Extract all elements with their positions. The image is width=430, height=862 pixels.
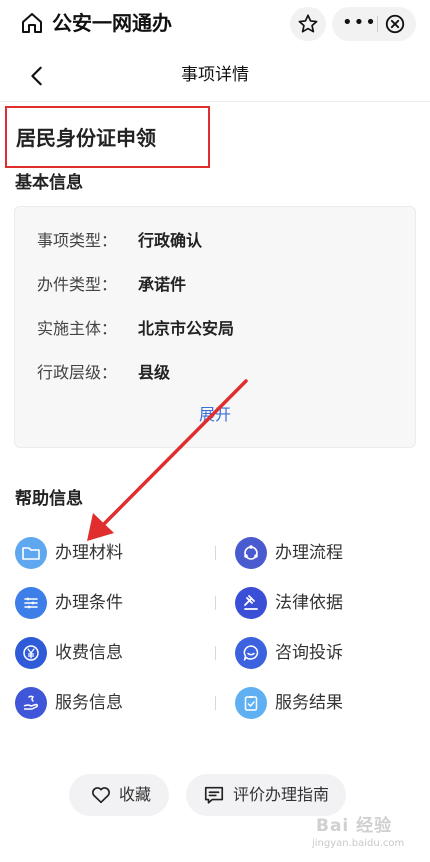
help-item-label: 办理材料 bbox=[55, 543, 123, 563]
info-row-item-type: 事项类型： 行政确认 bbox=[37, 229, 202, 253]
item-title: 居民身份证申领 bbox=[16, 126, 156, 150]
column-divider bbox=[215, 646, 216, 660]
folder-icon bbox=[15, 537, 47, 569]
help-item-label: 咨询投诉 bbox=[275, 643, 343, 663]
help-item-label: 服务结果 bbox=[275, 693, 343, 713]
review-guide-label: 评价办理指南 bbox=[233, 785, 330, 804]
info-label: 实施主体： bbox=[37, 319, 118, 338]
favorite-label: 收藏 bbox=[119, 785, 152, 804]
help-item-label: 办理条件 bbox=[55, 593, 123, 613]
info-label: 办件类型： bbox=[37, 275, 118, 294]
chat-icon bbox=[235, 637, 267, 669]
column-divider bbox=[215, 596, 216, 610]
top-bar: 公安一网通办 ••• bbox=[0, 0, 430, 46]
expand-link[interactable]: 展开 bbox=[15, 403, 415, 427]
help-item-label: 服务信息 bbox=[55, 693, 123, 713]
watermark-logo: Bai 经验 jingyan.baidu.com bbox=[312, 812, 422, 852]
yuan-icon bbox=[15, 637, 47, 669]
clipboard-check-icon bbox=[235, 687, 267, 719]
capsule-menu: ••• bbox=[332, 7, 416, 41]
close-icon[interactable] bbox=[384, 13, 406, 35]
help-item-label: 收费信息 bbox=[55, 643, 123, 663]
info-value: 行政确认 bbox=[138, 231, 203, 250]
column-divider bbox=[215, 696, 216, 710]
page-title: 事项详情 bbox=[181, 65, 249, 85]
more-icon[interactable]: ••• bbox=[342, 7, 377, 39]
basic-info-title: 基本信息 bbox=[15, 173, 83, 193]
info-value: 北京市公安局 bbox=[138, 319, 235, 338]
gavel-icon bbox=[235, 587, 267, 619]
info-label: 事项类型： bbox=[37, 231, 118, 250]
comment-icon bbox=[204, 786, 224, 804]
info-row-implementer: 实施主体： 北京市公安局 bbox=[37, 317, 234, 341]
capsule-divider bbox=[377, 16, 378, 32]
help-info-title: 帮助信息 bbox=[15, 489, 83, 509]
favorite-button[interactable]: 收藏 bbox=[69, 774, 169, 816]
info-label: 行政层级： bbox=[37, 363, 118, 382]
watermark-text: Bai 经验 bbox=[316, 816, 393, 836]
info-row-case-type: 办件类型： 承诺件 bbox=[37, 273, 186, 297]
basic-info-card: 事项类型： 行政确认 办件类型： 承诺件 实施主体： 北京市公安局 行政层级： 县级 展… bbox=[14, 206, 416, 448]
heart-icon bbox=[92, 787, 110, 804]
service-icon bbox=[15, 687, 47, 719]
info-row-admin-level: 行政层级： 县级 bbox=[37, 361, 170, 385]
info-value: 承诺件 bbox=[138, 275, 187, 294]
help-item-label: 法律依据 bbox=[275, 593, 343, 613]
app-title: 公安一网通办 bbox=[52, 11, 172, 35]
help-item-label: 办理流程 bbox=[275, 543, 343, 563]
home-icon[interactable] bbox=[20, 11, 44, 35]
item-title-highlight: 居民身份证申领 bbox=[5, 106, 210, 168]
list-icon bbox=[15, 587, 47, 619]
watermark-url: jingyan.baidu.com bbox=[312, 838, 405, 849]
nav-bar: 事项详情 bbox=[0, 50, 430, 102]
flow-icon bbox=[235, 537, 267, 569]
info-value: 县级 bbox=[138, 363, 171, 382]
column-divider bbox=[215, 546, 216, 560]
favorite-star-button[interactable] bbox=[290, 7, 326, 41]
star-icon bbox=[298, 14, 318, 33]
review-guide-button[interactable]: 评价办理指南 bbox=[186, 774, 346, 816]
